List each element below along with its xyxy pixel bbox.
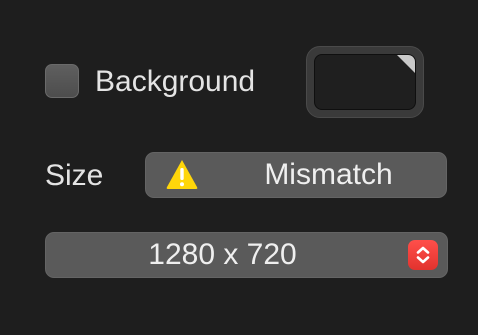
resolution-value: 1280 x 720 xyxy=(148,238,297,271)
color-well-swatch xyxy=(314,54,416,110)
chevron-up-down-icon[interactable] xyxy=(408,240,438,270)
size-label: Size xyxy=(45,159,104,192)
warning-triangle-icon xyxy=(166,160,198,189)
background-label: Background xyxy=(95,65,256,98)
background-color-well[interactable] xyxy=(306,46,424,118)
properties-panel: Background Size Mismatch 1280 x 720 xyxy=(0,0,478,335)
background-checkbox[interactable] xyxy=(45,64,79,98)
mismatch-label: Mismatch xyxy=(264,158,393,191)
color-well-corner-icon xyxy=(397,55,415,73)
